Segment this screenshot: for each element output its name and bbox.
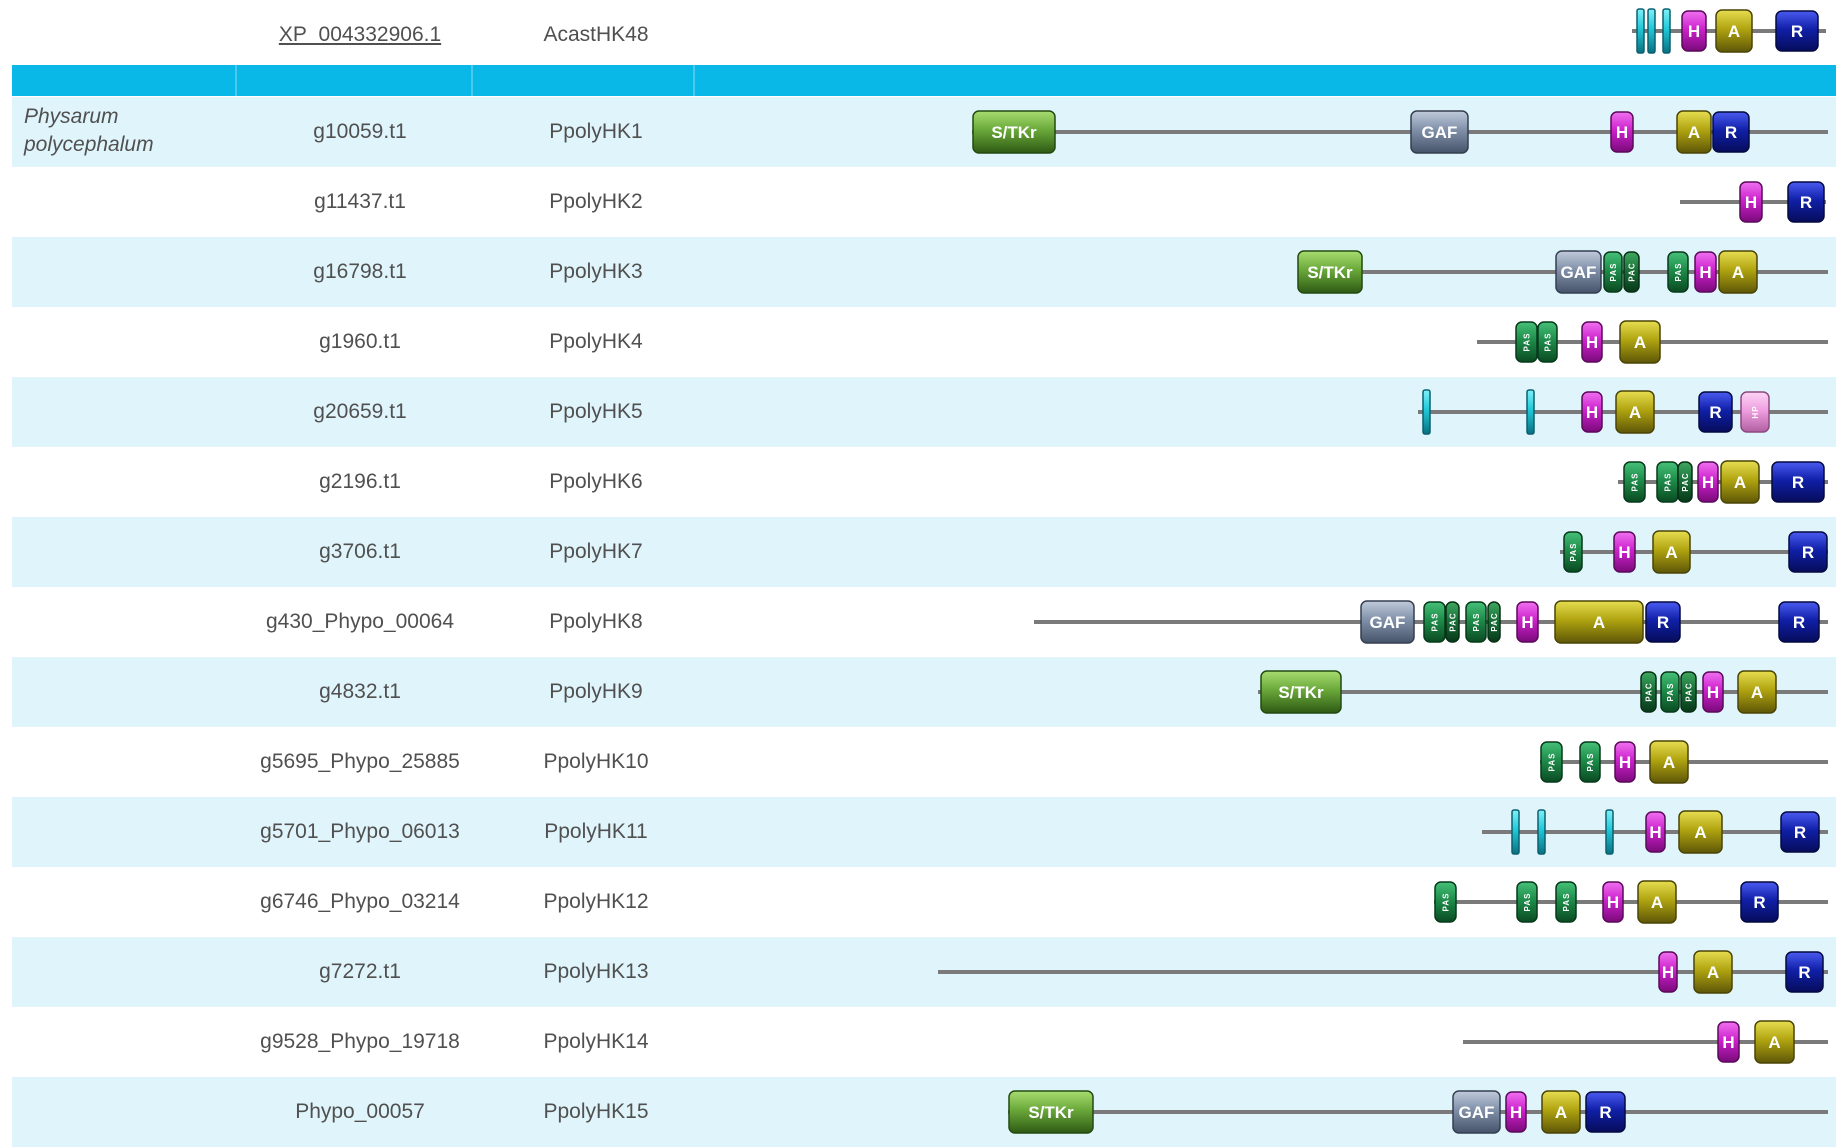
domain-tm [1511, 809, 1520, 855]
domain-label: PAS [1523, 333, 1532, 352]
domain-label: H [1745, 193, 1757, 212]
domain-label: PAS [1631, 473, 1640, 492]
domain-architecture-row: S/TKr GAF H A R [972, 110, 1828, 154]
domain-label: H [1662, 963, 1674, 982]
domain-architecture-row: HAR [1482, 809, 1828, 855]
domain-label: PAS [1472, 613, 1481, 632]
domain-architecture-row: HAR [1632, 8, 1826, 54]
domain-label: A [1751, 683, 1763, 702]
domain-label: A [1629, 403, 1641, 422]
domain-tm [1662, 8, 1671, 54]
domain-architecture-row: PAS PAS H A [1477, 320, 1828, 364]
domain-architecture-row: HA [1463, 1020, 1828, 1064]
domain-label: H [1607, 893, 1619, 912]
domain-label: R [1753, 893, 1765, 912]
domain-label: S/TKr [1307, 263, 1353, 282]
domain-label: H [1649, 823, 1661, 842]
domain-label: PAC [1449, 612, 1458, 631]
domain-label: PAS [1569, 543, 1578, 562]
domain-label: H [1586, 333, 1598, 352]
domain-architecture-diagram: H A RS/TKr GAF H A RH RS/TKr GAF PAS PAC PAS H APAS PA… [938, 8, 1828, 1134]
domain-architecture-row: HAR [938, 950, 1828, 994]
domain-label: PAS [1562, 893, 1571, 912]
domain-label: H [1699, 263, 1711, 282]
domain-label: GAF [1370, 613, 1406, 632]
domain-tm [1636, 8, 1645, 54]
domain-tm [1537, 809, 1546, 855]
domain-tm [1526, 389, 1535, 435]
domain-label: R [1725, 123, 1737, 142]
domain-architecture-row: GAF PAS PAC PAS PAC H A R R [1034, 600, 1828, 644]
domain-label: R [1793, 613, 1805, 632]
domain-label: GAF [1422, 123, 1458, 142]
domain-label: PAS [1548, 753, 1557, 772]
domain-label: R [1800, 193, 1812, 212]
domain-label: R [1798, 963, 1810, 982]
domain-label: R [1657, 613, 1669, 632]
domain-label: A [1768, 1033, 1780, 1052]
domain-label: PAS [1586, 753, 1595, 772]
domain-label: H [1510, 1103, 1522, 1122]
domain-label: A [1728, 22, 1740, 41]
domain-label: H [1707, 683, 1719, 702]
domain-label: PAS [1544, 333, 1553, 352]
domain-label: H [1619, 753, 1631, 772]
domain-label: A [1734, 473, 1746, 492]
domain-label: R [1802, 543, 1814, 562]
domain-label: PAS [1609, 263, 1618, 282]
domain-label: PAC [1645, 682, 1654, 701]
domain-label: R [1709, 403, 1721, 422]
domain-label: R [1792, 473, 1804, 492]
domain-architecture-row: PAS PAS PAC H A R [1618, 460, 1828, 504]
domain-label: PAC [1685, 682, 1694, 701]
domain-label: S/TKr [991, 123, 1037, 142]
domain-label: R [1791, 22, 1803, 41]
domain-label: PAC [1681, 472, 1690, 491]
domain-label: PAS [1664, 473, 1673, 492]
domain-label: A [1707, 963, 1719, 982]
domain-label: A [1593, 613, 1605, 632]
domain-label: A [1663, 753, 1675, 772]
domain-tm [1605, 809, 1614, 855]
domain-label: A [1694, 823, 1706, 842]
domain-label: PAS [1431, 613, 1440, 632]
domain-label: S/TKr [1028, 1103, 1074, 1122]
domain-label: PAS [1523, 893, 1532, 912]
domain-architecture-row: PAS PAS PAS H A R [1434, 880, 1828, 924]
domain-label: PAS [1666, 683, 1675, 702]
domain-architecture-row: S/TKr GAF H A R [1008, 1090, 1828, 1134]
domain-label: A [1651, 893, 1663, 912]
domain-label: H [1586, 403, 1598, 422]
domain-label: R [1794, 823, 1806, 842]
domain-architecture-row: H A R HP [1418, 389, 1828, 435]
domain-label: PAS [1442, 893, 1451, 912]
domain-label: PAC [1490, 612, 1499, 631]
domain-label: HP [1751, 405, 1760, 418]
domain-label: S/TKr [1278, 683, 1324, 702]
domain-label: H [1722, 1033, 1734, 1052]
domain-label: GAF [1561, 263, 1597, 282]
domain-label: A [1555, 1103, 1567, 1122]
domain-architecture-row: PAS H A R [1560, 530, 1828, 574]
domain-label: H [1618, 543, 1630, 562]
domain-label: H [1688, 22, 1700, 41]
domain-architecture-row: S/TKr PAC PAS PAC H A [1258, 670, 1828, 714]
domain-label: A [1665, 543, 1677, 562]
domain-label: GAF [1459, 1103, 1495, 1122]
domain-architecture-row: PAS PAS H A [1540, 740, 1828, 784]
domain-label: R [1599, 1103, 1611, 1122]
domain-label: H [1616, 123, 1628, 142]
domain-label: PAC [1628, 262, 1637, 281]
domain-label: A [1732, 263, 1744, 282]
domain-label: H [1702, 473, 1714, 492]
domain-tm [1422, 389, 1431, 435]
domain-architecture-row: S/TKr GAF PAS PAC PAS H A [1297, 250, 1828, 294]
domain-label: PAS [1674, 263, 1683, 282]
domain-architecture-row: HR [1680, 181, 1826, 223]
domain-tm [1647, 8, 1656, 54]
domain-label: A [1688, 123, 1700, 142]
domain-label: A [1634, 333, 1646, 352]
domain-label: H [1521, 613, 1533, 632]
